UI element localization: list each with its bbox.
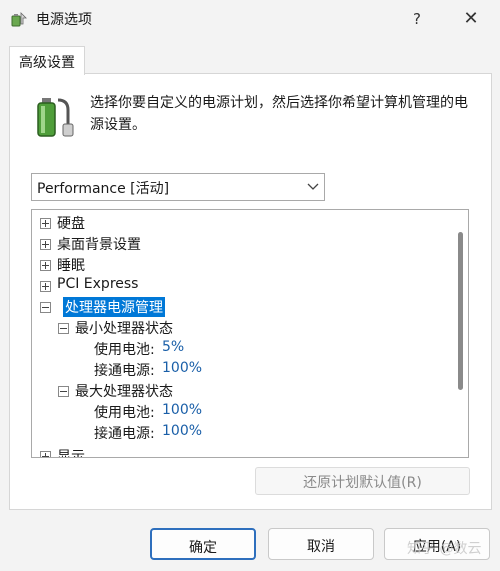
setting-label: 接通电源: xyxy=(94,426,155,442)
settings-tree: 硬盘 桌面背景设置 睡眠 PCI Express 处理器电源管理 最小处理器状态… xyxy=(31,209,469,458)
cancel-button[interactable]: 取消 xyxy=(268,528,374,560)
tree-item-label: 显示 xyxy=(57,449,85,458)
tree-item-label: 最大处理器状态 xyxy=(75,384,173,400)
power-plan-dropdown[interactable]: Performance [活动] xyxy=(31,173,325,201)
tree-item-label: 睡眠 xyxy=(57,258,85,274)
power-options-icon xyxy=(11,12,27,27)
expand-icon[interactable] xyxy=(40,451,51,457)
setting-value[interactable]: 100% xyxy=(162,423,202,439)
setting-label: 使用电池: xyxy=(94,342,155,358)
scrollbar[interactable] xyxy=(454,210,468,457)
help-button[interactable]: ? xyxy=(402,4,432,34)
restore-defaults-label: 还原计划默认值(R) xyxy=(303,475,422,491)
collapse-icon[interactable] xyxy=(40,302,51,313)
tree-item-label: 处理器电源管理 xyxy=(63,297,165,317)
cancel-label: 取消 xyxy=(307,539,335,555)
scrollbar-thumb[interactable] xyxy=(458,232,463,390)
expand-icon[interactable] xyxy=(40,260,51,271)
setting-label: 接通电源: xyxy=(94,363,155,379)
close-button[interactable]: ✕ xyxy=(456,4,486,34)
setting-label: 使用电池: xyxy=(94,405,155,421)
tree-item-label: 硬盘 xyxy=(57,216,85,232)
ok-button[interactable]: 确定 xyxy=(150,528,256,560)
ok-label: 确定 xyxy=(189,540,217,556)
tab-label: 高级设置 xyxy=(19,55,75,71)
chevron-down-icon xyxy=(307,183,319,190)
restore-defaults-button[interactable]: 还原计划默认值(R) xyxy=(255,467,470,495)
expand-icon[interactable] xyxy=(40,218,51,229)
tree-item-label: 最小处理器状态 xyxy=(75,321,173,337)
tree-item-label: 桌面背景设置 xyxy=(57,237,141,253)
title-bar: 电源选项 ? ✕ xyxy=(0,0,500,38)
setting-value[interactable]: 100% xyxy=(162,402,202,418)
expand-icon[interactable] xyxy=(40,239,51,250)
collapse-icon[interactable] xyxy=(58,386,69,397)
watermark: 知乎 @数云 xyxy=(407,541,482,557)
tab-advanced-settings[interactable]: 高级设置 xyxy=(9,46,85,75)
description-text: 选择你要自定义的电源计划，然后选择你希望计算机管理的电源设置。 xyxy=(90,95,468,133)
expand-icon[interactable] xyxy=(40,281,51,292)
battery-plug-icon xyxy=(37,98,74,137)
window-title: 电源选项 xyxy=(36,12,92,28)
power-plan-value: Performance [活动] xyxy=(37,181,170,197)
tree-item-label: PCI Express xyxy=(57,276,139,292)
setting-value[interactable]: 5% xyxy=(162,339,184,355)
setting-value[interactable]: 100% xyxy=(162,360,202,376)
collapse-icon[interactable] xyxy=(58,323,69,334)
